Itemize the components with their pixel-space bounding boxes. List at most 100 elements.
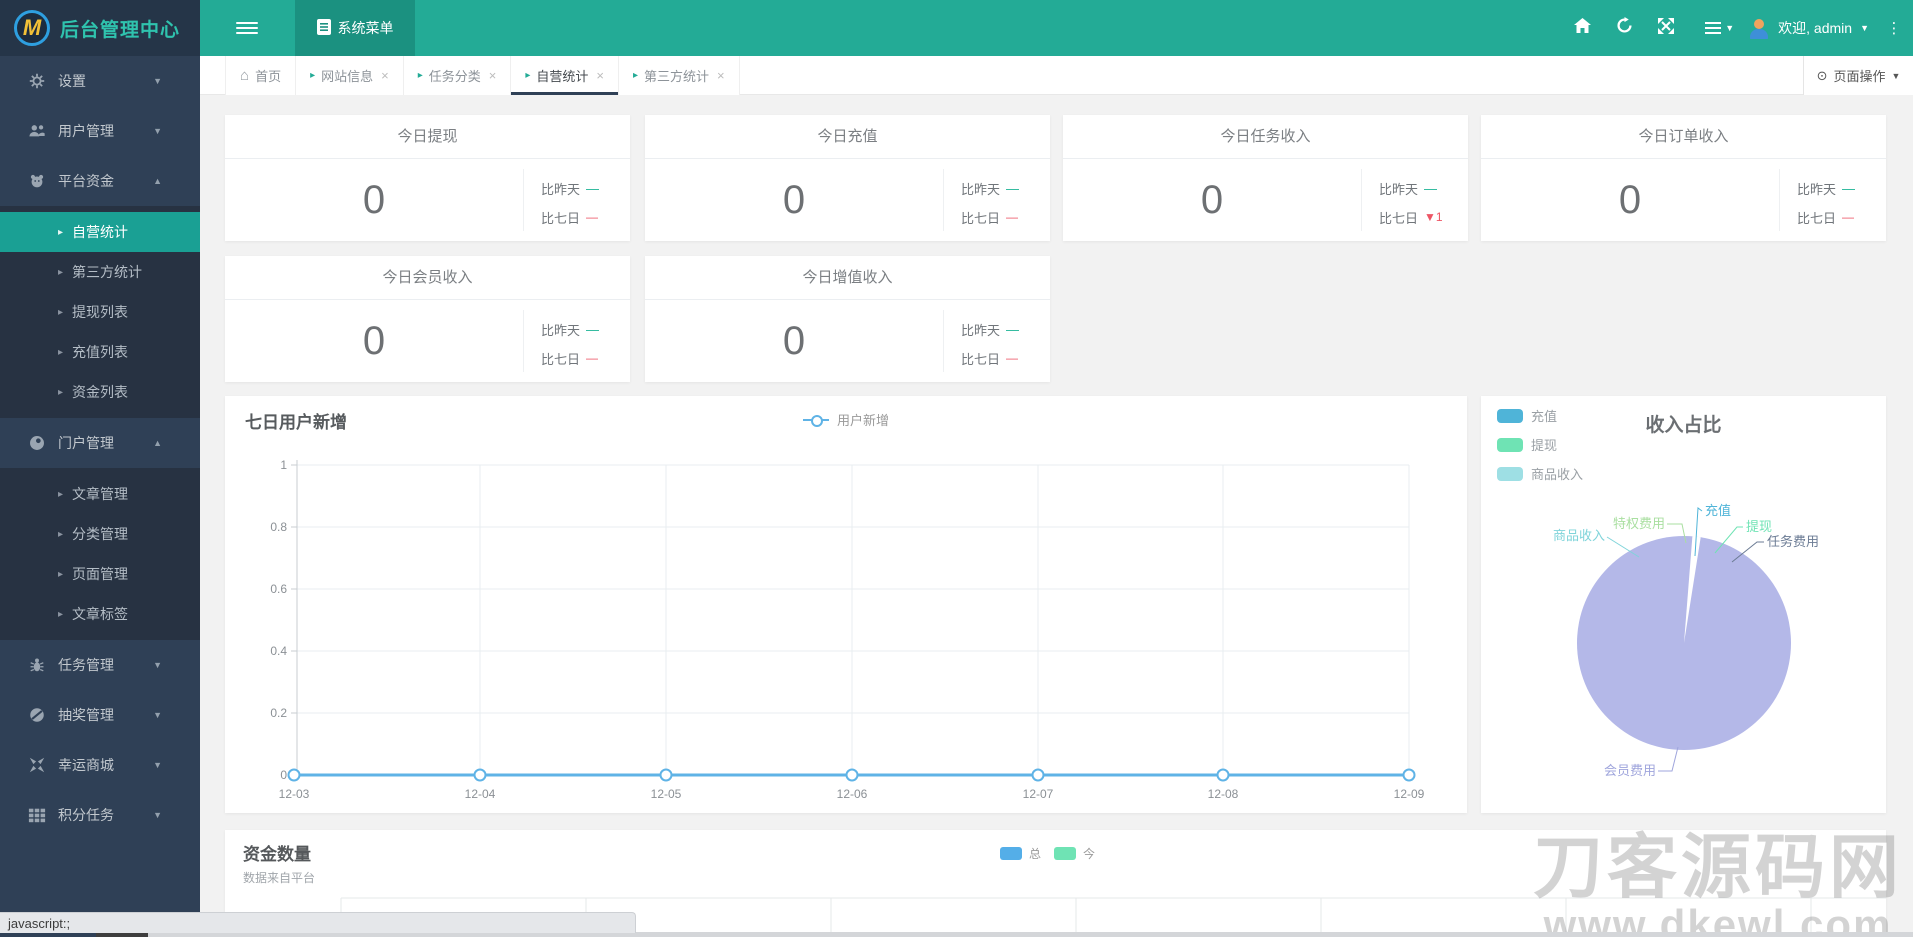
system-menu-tab[interactable]: 系统菜单 — [295, 0, 415, 56]
user-menu[interactable]: 欢迎, admin ▼ — [1748, 17, 1869, 39]
caret-right-icon: ▸ — [58, 226, 64, 238]
app-logo: M — [14, 10, 50, 46]
legend-swatch — [1497, 437, 1523, 452]
vs-yesterday-value: — — [586, 180, 600, 196]
legend-swatch[interactable] — [1000, 847, 1022, 860]
pie-label: 特权费用 — [1613, 516, 1665, 531]
admin-dashboard: M 后台管理中心 系统菜单 ▼ 欢迎, admin ▼ ⋮ ⌂ 首页 ▸ 网站信… — [0, 0, 1913, 937]
sidebar-item-platform-funds[interactable]: 平台资金 ▲ — [0, 156, 200, 206]
legend-item[interactable]: 提现 — [1497, 435, 1583, 454]
vs-week-label: 比七日 — [1797, 210, 1837, 226]
stat-card-title: 今日提现 — [225, 115, 630, 159]
legend-item[interactable]: 充值 — [1497, 406, 1583, 425]
tab-label: 自营统计 — [536, 69, 589, 84]
stat-card-compare: 比昨天 — 比七日 — — [943, 310, 1050, 372]
tab-third-party-stats[interactable]: ▸ 第三方统计 × — [619, 56, 740, 95]
close-icon[interactable]: × — [596, 68, 604, 83]
sidebar-item-settings[interactable]: 设置 ▼ — [0, 56, 200, 106]
sidebar-item-lucky-mall[interactable]: 幸运商城 ▼ — [0, 740, 200, 790]
sidebar-item-page-management[interactable]: ▸ 页面管理 — [0, 554, 200, 594]
line-chart-legend[interactable]: 用户新增 — [225, 410, 1467, 429]
x-tick: 12-08 — [1208, 787, 1239, 801]
caret-right-icon: ▸ — [310, 70, 316, 81]
stat-card-title: 今日增值收入 — [645, 256, 1050, 300]
chevron-down-icon: ▼ — [153, 760, 162, 770]
close-icon[interactable]: × — [717, 68, 725, 83]
x-tick: 12-07 — [1023, 787, 1054, 801]
chevron-down-icon: ▼ — [153, 710, 162, 720]
stat-card-title: 今日任务收入 — [1063, 115, 1468, 159]
tab-self-operated-stats[interactable]: ▸ 自营统计 × — [511, 56, 619, 95]
tab-website-info[interactable]: ▸ 网站信息 × — [296, 56, 404, 95]
caret-right-icon: ▸ — [58, 568, 64, 580]
chevron-down-icon: ▼ — [1725, 23, 1735, 33]
x-tick: 12-05 — [651, 787, 682, 801]
sidebar-item-label: 用户管理 — [58, 123, 114, 139]
layout-menu-icon[interactable]: ▼ — [1705, 19, 1734, 37]
sidebar-item-task-management[interactable]: 任务管理 ▼ — [0, 640, 200, 690]
app-title: 后台管理中心 — [60, 19, 181, 41]
browser-status-bar: javascript:; — [0, 912, 636, 933]
sidebar-item-label: 抽奖管理 — [58, 707, 114, 723]
fullscreen-icon[interactable] — [1645, 17, 1687, 39]
refresh-icon[interactable] — [1603, 17, 1645, 39]
more-options-icon[interactable]: ⋮ — [1879, 19, 1909, 37]
pie-chart-legend: 充值 提现 商品收入 — [1497, 406, 1583, 493]
bug-icon — [28, 656, 46, 674]
stat-card-value: 0 — [362, 178, 386, 222]
sidebar-item-label: 页面管理 — [72, 566, 129, 582]
collapse-sidebar-icon[interactable] — [236, 19, 258, 37]
tab-bar: ⌂ 首页 ▸ 网站信息 × ▸ 任务分类 × ▸ 自营统计 × ▸ 第三方统计 — [200, 56, 1913, 95]
chevron-down-icon: ▼ — [153, 126, 162, 136]
caret-right-icon: ▸ — [58, 488, 64, 500]
pie-label: 会员费用 — [1604, 763, 1656, 778]
tab-task-category[interactable]: ▸ 任务分类 × — [403, 56, 512, 95]
vs-yesterday-label: 比昨天 — [961, 322, 1001, 338]
close-icon[interactable]: × — [489, 68, 497, 83]
legend-label: 提现 — [1531, 438, 1558, 453]
page-actions-dropdown[interactable]: ⊙ 页面操作 ▼ — [1803, 56, 1913, 95]
vs-week-value: — — [586, 210, 599, 224]
legend-label: 总 — [1029, 847, 1042, 861]
sidebar-item-article-tags[interactable]: ▸ 文章标签 — [0, 594, 200, 634]
x-tick: 12-09 — [1394, 787, 1425, 801]
funds-chart-subtitle: 数据来自平台 — [243, 871, 316, 885]
logo-area: M 后台管理中心 — [0, 0, 200, 56]
sidebar-item-user-management[interactable]: 用户管理 ▼ — [0, 106, 200, 156]
sidebar-item-label: 提现列表 — [72, 304, 129, 320]
sidebar-item-points-tasks[interactable]: 积分任务 ▼ — [0, 790, 200, 840]
y-tick: 0.8 — [270, 520, 287, 534]
tab-label: 网站信息 — [321, 69, 374, 84]
chevron-down-icon: ▼ — [153, 810, 162, 820]
line-chart-card: 七日用户新增 用户新增 1 0.8 0.6 0.4 0.2 0 12-03 12… — [225, 396, 1467, 813]
close-icon[interactable]: × — [381, 68, 389, 83]
caret-right-icon: ▸ — [58, 528, 64, 540]
sidebar-item-self-operated-stats[interactable]: ▸ 自营统计 — [0, 212, 200, 252]
sidebar-item-category-management[interactable]: ▸ 分类管理 — [0, 514, 200, 554]
sidebar-item-recharge-list[interactable]: ▸ 充值列表 — [0, 332, 200, 372]
tab-home[interactable]: ⌂ 首页 — [225, 56, 297, 95]
legend-item[interactable]: 商品收入 — [1497, 464, 1583, 483]
legend-swatch[interactable] — [1054, 847, 1077, 860]
vs-yesterday-label: 比昨天 — [1379, 181, 1419, 197]
sidebar-item-funds-list[interactable]: ▸ 资金列表 — [0, 372, 200, 412]
sidebar-item-withdraw-list[interactable]: ▸ 提现列表 — [0, 292, 200, 332]
legend-label: 商品收入 — [1531, 467, 1584, 482]
sidebar-item-label: 任务管理 — [58, 657, 114, 673]
sidebar-item-label: 积分任务 — [58, 807, 114, 823]
pie-chart-card: 收入占比 充值 提现 商品收入 商品收入 特权费用 充值 提现 任务费用 会员费… — [1481, 396, 1886, 813]
home-icon[interactable] — [1561, 18, 1603, 38]
line-chart-plot: 1 0.8 0.6 0.4 0.2 0 12-03 12-04 12-05 12… — [270, 458, 1425, 801]
sidebar-item-article-management[interactable]: ▸ 文章管理 — [0, 474, 200, 514]
bear-icon — [28, 172, 46, 190]
sidebar-item-third-party-stats[interactable]: ▸ 第三方统计 — [0, 252, 200, 292]
stat-card-value: 0 — [782, 178, 806, 222]
y-tick: 0 — [280, 768, 287, 782]
vs-yesterday-value: — — [1842, 180, 1856, 196]
sidebar-item-lottery-management[interactable]: 抽奖管理 ▼ — [0, 690, 200, 740]
sidebar-item-label: 资金列表 — [72, 384, 129, 400]
sidebar-item-portal-management[interactable]: 门户管理 ▲ — [0, 418, 200, 468]
gear-icon — [28, 72, 46, 90]
vs-week-label: 比七日 — [1379, 210, 1419, 226]
sidebar-item-label: 平台资金 — [58, 173, 114, 189]
